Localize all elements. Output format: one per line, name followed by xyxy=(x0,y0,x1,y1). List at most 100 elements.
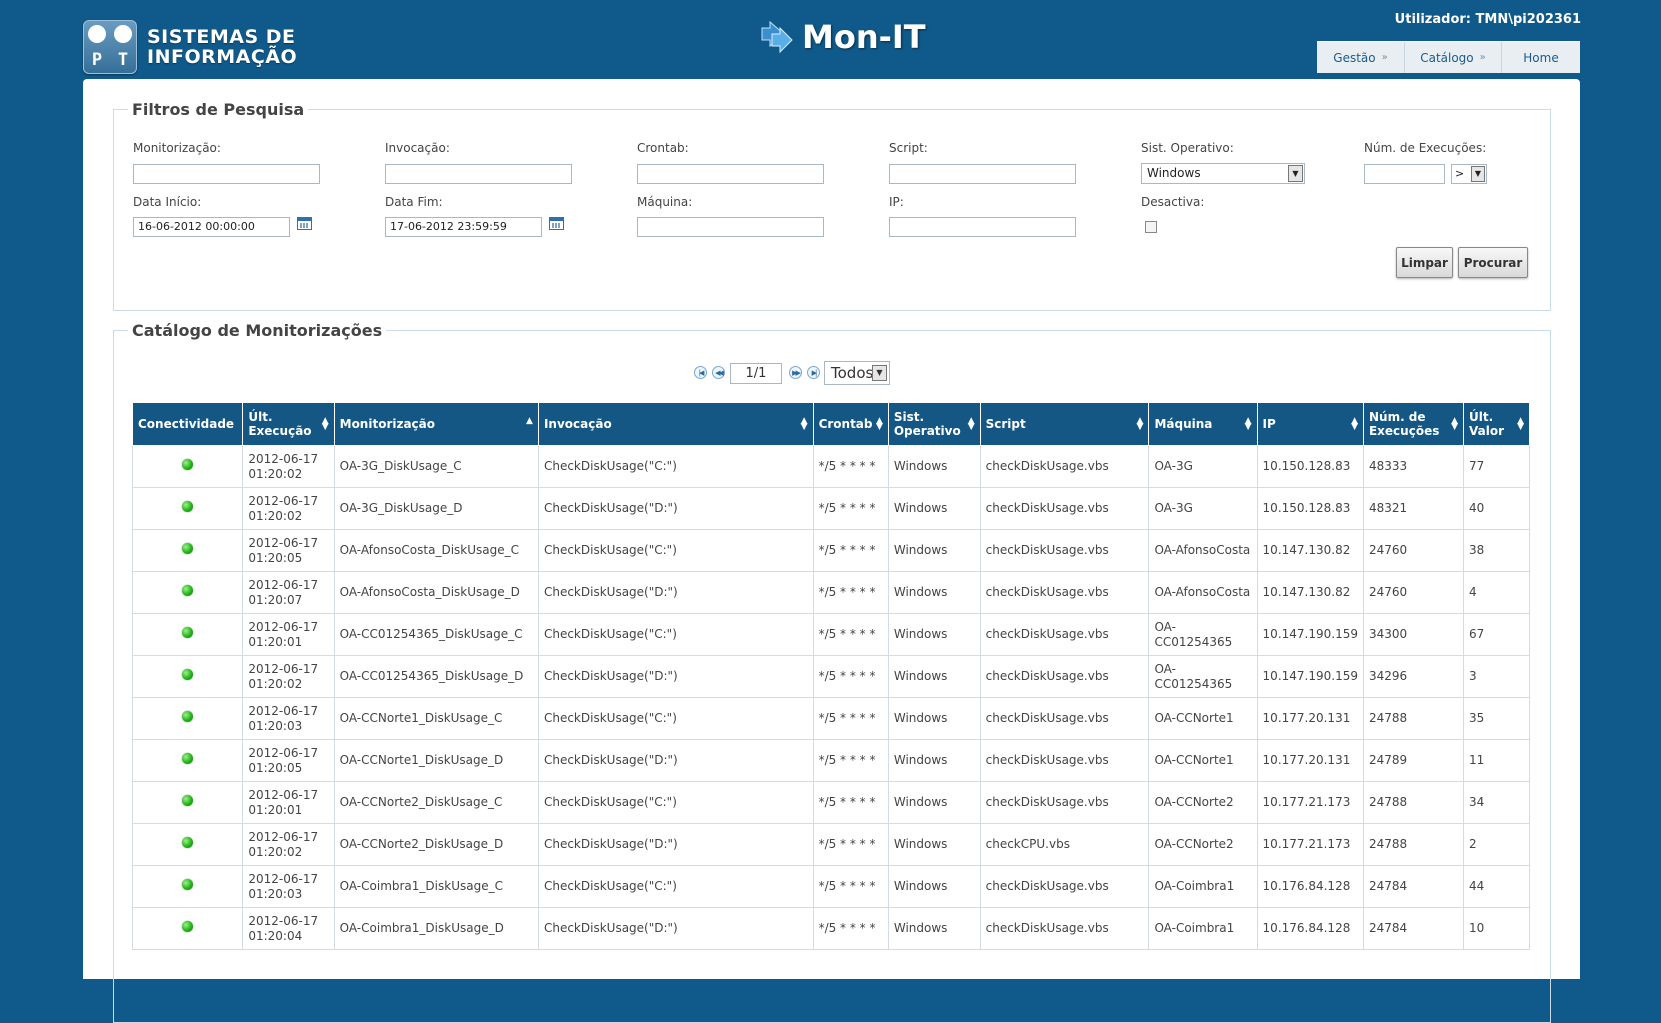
monitorizacao-label: Monitorização: xyxy=(133,141,221,155)
calendar-icon[interactable] xyxy=(549,217,564,230)
column-header[interactable]: Crontab ▲ ▼ xyxy=(812,403,889,446)
data-inicio-input[interactable]: 16-06-2012 00:00:00 xyxy=(133,217,290,237)
column-header[interactable]: Máquina ▲ ▼ xyxy=(1148,403,1258,446)
column-header[interactable]: Script ▲ ▼ xyxy=(979,403,1150,446)
green-dot-icon xyxy=(182,459,194,470)
table-row[interactable]: 2012-06-17 01:20:02 OA-CCNorte2_DiskUsage_… xyxy=(131,823,1530,866)
mon-cell: OA-3G_DiskUsage_C xyxy=(333,445,539,488)
sort-icon[interactable]: ▲ ▼ xyxy=(1351,417,1358,432)
last-page-icon[interactable]: ▶| xyxy=(807,366,820,379)
script-cell: checkDiskUsage.vbs xyxy=(979,613,1150,656)
script-label: Script: xyxy=(889,141,928,155)
script-input[interactable] xyxy=(889,164,1076,184)
so-select[interactable]: Windows ▼ xyxy=(1141,163,1305,184)
maq-cell: OA-CC01254365 xyxy=(1148,613,1258,656)
table-row[interactable]: 2012-06-17 01:20:01 OA-CC01254365_DiskUsag… xyxy=(131,613,1530,656)
maq-cell: OA-Coimbra1 xyxy=(1148,865,1258,908)
invocacao-input[interactable] xyxy=(385,164,572,184)
ip-input[interactable] xyxy=(889,217,1076,237)
exec-cell: 24788 xyxy=(1362,823,1465,866)
table-row[interactable]: 2012-06-17 01:20:01 OA-CCNorte2_DiskUsage_… xyxy=(131,781,1530,824)
ip-cell: 10.147.130.82 xyxy=(1256,571,1364,614)
val-cell: 40 xyxy=(1463,487,1530,530)
exec-cell: 24760 xyxy=(1362,529,1465,572)
exec-cell: 24788 xyxy=(1362,697,1465,740)
table-row[interactable]: 2012-06-17 01:20:02 OA-CC01254365_DiskUsag… xyxy=(131,655,1530,698)
prev-page-icon[interactable]: ◀◀ xyxy=(712,366,725,379)
sort-icon[interactable]: ▲ ▼ xyxy=(968,417,975,432)
user-info: Utilizador: TMN\pi202361 xyxy=(1394,12,1581,27)
first-page-icon[interactable]: |◀ xyxy=(694,366,707,379)
desactiva-checkbox[interactable] xyxy=(1145,221,1157,233)
maquina-input[interactable] xyxy=(637,217,824,237)
ip-cell: 10.177.21.173 xyxy=(1256,781,1364,824)
column-header[interactable]: Sist. Operativo ▲ ▼ xyxy=(887,403,981,446)
ip-cell: 10.150.128.83 xyxy=(1256,487,1364,530)
nav-catalogo[interactable]: Catálogo» xyxy=(1405,42,1502,73)
column-header[interactable]: Invocação ▲ ▼ xyxy=(537,403,814,446)
table-row[interactable]: 2012-06-17 01:20:05 OA-CCNorte1_DiskUsage_… xyxy=(131,739,1530,782)
table-row[interactable]: 2012-06-17 01:20:03 OA-CCNorte1_DiskUsage_… xyxy=(131,697,1530,740)
sort-icon[interactable]: ▲ ▼ xyxy=(876,417,883,432)
app-title: Mon-IT xyxy=(760,18,926,56)
table-row[interactable]: 2012-06-17 01:20:03 OA-Coimbra1_DiskUsage_… xyxy=(131,865,1530,908)
crontab-input[interactable] xyxy=(637,164,824,184)
limpar-button[interactable]: Limpar xyxy=(1396,247,1453,278)
last-exec-cell: 2012-06-17 01:20:02 xyxy=(242,487,335,530)
last-exec-cell: 2012-06-17 01:20:02 xyxy=(242,655,335,698)
pt-si-logo[interactable]: P T SISTEMAS DE INFORMAÇÃO xyxy=(83,19,303,75)
connectivity-cell xyxy=(131,781,244,824)
sort-icon[interactable]: ▲ ▼ xyxy=(1517,417,1524,432)
sort-icon[interactable]: ▲ ▼ xyxy=(1245,417,1252,432)
ip-cell: 10.147.190.159 xyxy=(1256,655,1364,698)
inv-cell: CheckDiskUsage("D:") xyxy=(537,823,814,866)
maq-cell: OA-CCNorte1 xyxy=(1148,697,1258,740)
calendar-icon[interactable] xyxy=(297,217,312,230)
column-header[interactable]: Últ. Execução ▲ ▼ xyxy=(242,403,335,446)
logo-text: SISTEMAS DE INFORMAÇÃO xyxy=(147,26,298,68)
column-header[interactable]: IP ▲ ▼ xyxy=(1256,403,1364,446)
page-size-select[interactable]: Todos ▼ xyxy=(824,361,890,385)
nav-home[interactable]: Home xyxy=(1502,42,1580,73)
table-row[interactable]: 2012-06-17 01:20:07 OA-AfonsoCosta_DiskUsa… xyxy=(131,571,1530,614)
num-exec-input[interactable] xyxy=(1364,164,1445,184)
table-row[interactable]: 2012-06-17 01:20:02 OA-3G_DiskUsage_C Check… xyxy=(131,445,1530,488)
nav-gestao[interactable]: Gestão» xyxy=(1317,42,1405,73)
ip-cell: 10.177.20.131 xyxy=(1256,697,1364,740)
so-cell: Windows xyxy=(887,487,981,530)
column-header[interactable]: Conectividade xyxy=(131,403,244,446)
ip-cell: 10.176.84.128 xyxy=(1256,865,1364,908)
num-exec-op-select[interactable]: > ▼ xyxy=(1451,164,1487,184)
monitorizacao-input[interactable] xyxy=(133,164,320,184)
arrow-logo-icon xyxy=(761,20,793,54)
table-row[interactable]: 2012-06-17 01:20:05 OA-AfonsoCosta_DiskUsa… xyxy=(131,529,1530,572)
sort-icon[interactable]: ▲ ▼ xyxy=(1137,417,1144,432)
user-name: TMN\pi202361 xyxy=(1475,12,1581,27)
procurar-button[interactable]: Procurar xyxy=(1458,247,1528,278)
maq-cell: OA-AfonsoCosta xyxy=(1148,571,1258,614)
sort-icon[interactable]: ▲ ▼ xyxy=(1451,417,1458,432)
column-header[interactable]: Monitorização ▲ xyxy=(333,403,539,446)
page-input[interactable]: 1/1 xyxy=(730,363,782,384)
sort-icon[interactable]: ▲ ▼ xyxy=(801,417,808,432)
sort-icon[interactable]: ▲ ▼ xyxy=(322,417,329,432)
column-header[interactable]: Núm. de Execuções ▲ ▼ xyxy=(1362,403,1465,446)
sort-asc-icon[interactable]: ▲ xyxy=(526,417,533,426)
column-header[interactable]: Últ. Valor ▲ ▼ xyxy=(1463,403,1530,446)
last-exec-cell: 2012-06-17 01:20:03 xyxy=(242,697,335,740)
script-cell: checkDiskUsage.vbs xyxy=(979,697,1150,740)
script-cell: checkDiskUsage.vbs xyxy=(979,655,1150,698)
table-row[interactable]: 2012-06-17 01:20:02 OA-3G_DiskUsage_D Check… xyxy=(131,487,1530,530)
connectivity-cell xyxy=(131,823,244,866)
script-cell: checkDiskUsage.vbs xyxy=(979,907,1150,950)
connectivity-cell xyxy=(131,571,244,614)
data-fim-input[interactable]: 17-06-2012 23:59:59 xyxy=(385,217,542,237)
val-cell: 38 xyxy=(1463,529,1530,572)
so-cell: Windows xyxy=(887,571,981,614)
val-cell: 44 xyxy=(1463,865,1530,908)
next-page-icon[interactable]: ▶▶ xyxy=(789,366,802,379)
so-cell: Windows xyxy=(887,823,981,866)
data-fim-label: Data Fim: xyxy=(385,195,443,209)
table-row[interactable]: 2012-06-17 01:20:04 OA-Coimbra1_DiskUsage_… xyxy=(131,907,1530,950)
catalog-title: Catálogo de Monitorizações xyxy=(132,321,383,340)
